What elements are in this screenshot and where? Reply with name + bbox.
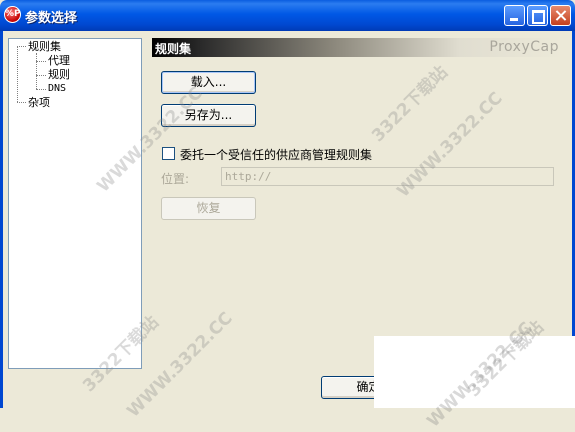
tree-item-proxies[interactable]: 代理 [48, 55, 70, 67]
close-icon [551, 6, 570, 25]
tree-line [17, 102, 26, 103]
tree-item-misc[interactable]: 杂项 [28, 97, 50, 109]
location-label: 位置: [161, 172, 190, 186]
load-button[interactable]: 载入... [161, 71, 256, 94]
tree-line [17, 46, 26, 47]
save-as-button[interactable]: 另存为... [161, 104, 256, 127]
brand-label: ProxyCap [489, 39, 559, 55]
restore-button[interactable]: 恢复 [161, 197, 256, 220]
app-icon[interactable]: %P [4, 6, 21, 23]
maximize-button[interactable] [527, 5, 548, 26]
tree-item-rules[interactable]: 规则 [48, 69, 70, 81]
tree-item-dns[interactable]: DNS [48, 83, 66, 95]
window-border-left [0, 31, 3, 408]
tree-line [36, 75, 46, 76]
panel-header: 规则集 ProxyCap [152, 38, 562, 57]
watermark-text: 3322下载站 [368, 62, 452, 147]
trust-provider-checkbox[interactable] [162, 147, 175, 160]
tree-item-rulesets[interactable]: 规则集 [28, 41, 61, 53]
tree-line [36, 53, 37, 89]
close-button[interactable] [550, 5, 571, 26]
location-input[interactable]: http:// [221, 167, 554, 186]
maximize-icon [528, 6, 547, 25]
minimize-button[interactable] [504, 5, 525, 26]
overlay-block [374, 336, 575, 408]
settings-tree[interactable]: 规则集 代理 规则 DNS 杂项 [8, 38, 142, 369]
trust-provider-label[interactable]: 委托一个受信任的供应商管理规则集 [180, 146, 372, 163]
tree-line [36, 89, 46, 90]
tree-line [36, 61, 46, 62]
panel-title: 规则集 [155, 42, 192, 56]
minimize-icon [505, 6, 524, 25]
window-title: 参数选择 [25, 11, 78, 26]
tree-line [17, 46, 18, 102]
title-bar[interactable]: %P 参数选择 [0, 0, 575, 31]
